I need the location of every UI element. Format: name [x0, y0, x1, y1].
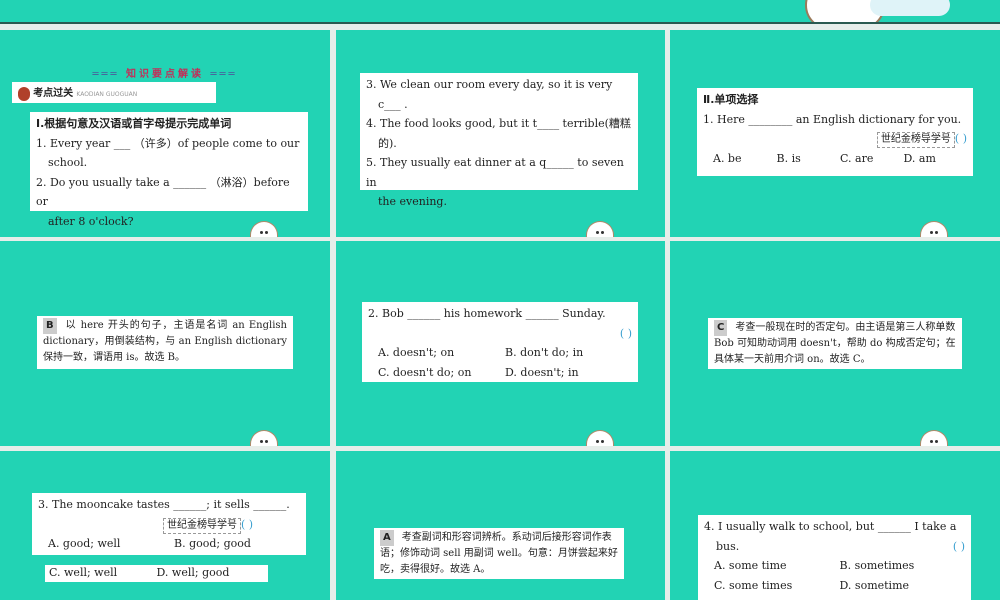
question-box: 2. Bob ______ his homework ______ Sunday…: [362, 302, 638, 382]
answer-explanation: 考查副词和形容词辨析。系动词后接形容词作表语；修饰动词 sell 用副词 wel…: [380, 532, 618, 575]
question-box: Ⅱ.单项选择 1. Here ________ an English dicti…: [697, 88, 973, 176]
question-box: Ⅰ.根据句意及汉语或首字母提示完成单词 1. Every year ___ （许…: [30, 112, 308, 228]
cartoon-head-icon: [586, 221, 614, 237]
answer-box: A 考查副词和形容词辨析。系动词后接形容词作表语；修饰动词 sell 用副词 we…: [374, 528, 624, 579]
slide-1[interactable]: ═══ 知识要点解读 ═══ 考点过关 KAODIAN GUOGUAN Ⅰ.根据…: [0, 30, 330, 237]
question-2: 2. Bob ______ his homework ______ Sunday…: [368, 307, 606, 320]
slide-8[interactable]: A 考查副词和形容词辨析。系动词后接形容词作表语；修饰动词 sell 用副词 we…: [336, 451, 665, 600]
top-strip: [0, 0, 1000, 24]
slide-2[interactable]: 3. We clean our room every day, so it is…: [336, 30, 665, 237]
answer-explanation: 考查一般现在时的否定句。由主语是第三人称单数 Bob 可知助动词用 doesn'…: [714, 322, 956, 365]
slide-3[interactable]: Ⅱ.单项选择 1. Here ________ an English dicti…: [670, 30, 1000, 237]
slide-7[interactable]: 3. The mooncake tastes ______; it sells …: [0, 451, 330, 600]
slide-4[interactable]: B以 here 开头的句子，主语是名词 an English dictionar…: [0, 241, 330, 446]
answer-explanation: 以 here 开头的句子，主语是名词 an English dictionary…: [43, 320, 287, 363]
option-b: B. sometimes: [839, 559, 915, 572]
option-c: C. doesn't do; on: [378, 365, 472, 379]
answer-paren: ( ): [241, 517, 254, 531]
answer-box: B以 here 开头的句子，主语是名词 an English dictionar…: [37, 316, 293, 369]
question-5: 5. They usually eat dinner at a q_____ t…: [366, 156, 624, 189]
question-box: 3. We clean our room every day, so it is…: [360, 73, 638, 208]
cartoon-head-icon: [920, 221, 948, 237]
options-box: C. well; well D. well; good: [45, 565, 268, 582]
question-1-cont: school.: [48, 156, 88, 169]
question-2: 2. Do you usually take a ______ （淋浴）befo…: [36, 175, 290, 209]
slide-5[interactable]: 2. Bob ______ his homework ______ Sunday…: [336, 241, 665, 446]
question-4-cont: 的).: [378, 136, 397, 150]
source-tag: 世纪金榜导学号: [876, 132, 955, 148]
cartoon-head-icon: [586, 430, 614, 446]
option-d: D. well; good: [156, 566, 230, 579]
answer-letter: B: [43, 318, 57, 334]
question-5-cont: the evening.: [378, 195, 447, 208]
question-3: 3. We clean our room every day, so it is…: [366, 78, 613, 91]
option-b: B. is: [776, 151, 801, 165]
option-a: A. doesn't; on: [378, 346, 455, 359]
banner-title: 考点过关: [33, 88, 74, 99]
cartoon-head-icon: [250, 430, 278, 446]
option-b: B. don't do; in: [505, 346, 584, 359]
banner: 考点过关 KAODIAN GUOGUAN: [12, 82, 216, 103]
option-d: D. doesn't; in: [505, 365, 579, 379]
question-4: 4. I usually walk to school, but ______ …: [704, 520, 957, 533]
question-4-cont: bus.: [716, 539, 740, 553]
part-title: Ⅱ.单项选择: [703, 93, 759, 106]
question-3-cont: c___ .: [378, 97, 408, 111]
slide-9[interactable]: 4. I usually walk to school, but ______ …: [670, 451, 1000, 600]
question-box: 3. The mooncake tastes ______; it sells …: [32, 493, 306, 555]
avatar-icon: [18, 86, 30, 101]
option-c: C. are: [840, 151, 874, 165]
option-a: A. some time: [714, 559, 787, 572]
answer-letter: C: [714, 320, 728, 336]
question-box: 4. I usually walk to school, but ______ …: [698, 515, 971, 600]
section-title: ═══ 知识要点解读 ═══: [92, 69, 238, 80]
section-title-text: 知识要点解读: [126, 69, 204, 80]
option-a: A. good; well: [48, 537, 121, 550]
option-a: A. be: [713, 151, 742, 165]
banner-subtitle: KAODIAN GUOGUAN: [76, 91, 138, 98]
slide-6[interactable]: C 考查一般现在时的否定句。由主语是第三人称单数 Bob 可知助动词用 doesn…: [670, 241, 1000, 446]
option-d: D. sometime: [839, 578, 910, 592]
option-c: C. some times: [714, 578, 793, 592]
source-tag: 世纪金榜导学号: [163, 517, 241, 534]
answer-paren: ( ): [954, 132, 967, 145]
cartoon-eyes-icon: [870, 0, 950, 16]
answer-box: C 考查一般现在时的否定句。由主语是第三人称单数 Bob 可知助动词用 doesn…: [708, 318, 962, 369]
answer-letter: A: [380, 530, 394, 546]
question-1: 1. Here ________ an English dictionary f…: [703, 112, 962, 126]
question-1: 1. Every year ___ （许多）of people come to …: [36, 136, 300, 150]
part-title: Ⅰ.根据句意及汉语或首字母提示完成单词: [36, 117, 232, 130]
option-b: B. good; good: [174, 537, 251, 550]
question-3: 3. The mooncake tastes ______; it sells …: [38, 498, 290, 511]
question-4: 4. The food looks good, but it t____ ter…: [366, 117, 631, 130]
answer-paren: ( ): [952, 539, 965, 553]
option-d: D. am: [903, 151, 936, 165]
cartoon-head-icon: [920, 430, 948, 446]
option-c: C. well; well: [49, 566, 118, 579]
answer-paren: ( ): [619, 326, 632, 340]
